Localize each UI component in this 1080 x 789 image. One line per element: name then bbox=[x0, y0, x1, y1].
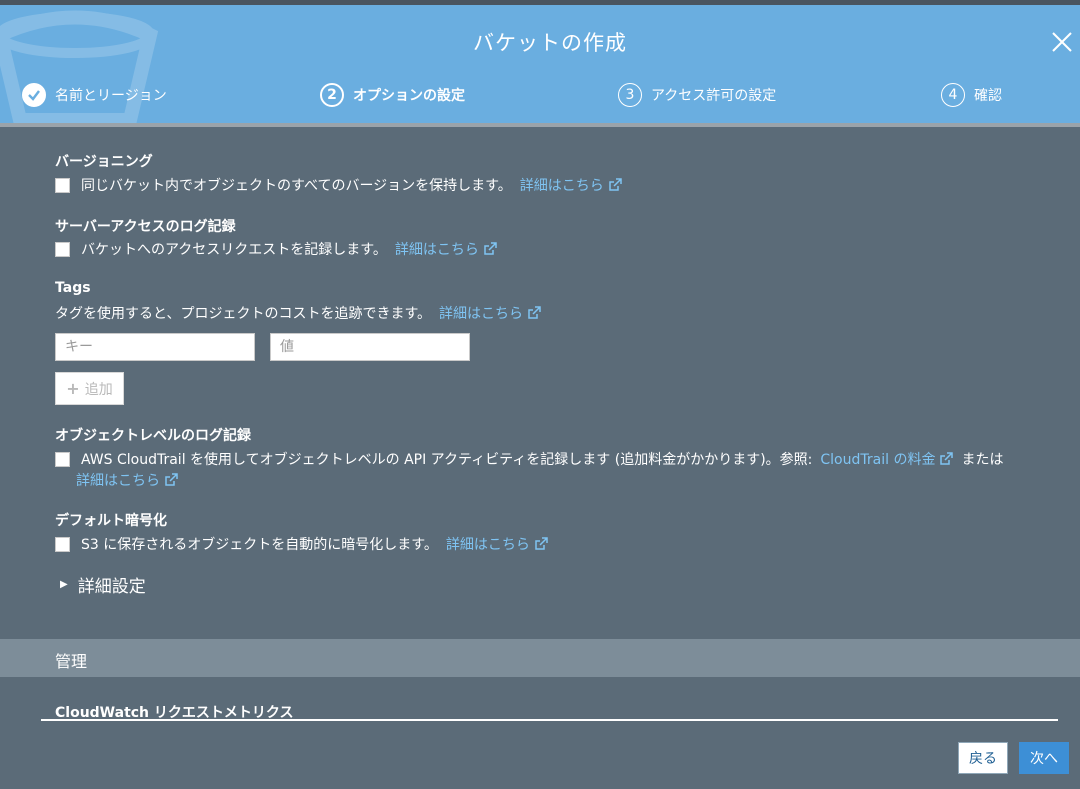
step-number: 3 bbox=[618, 83, 642, 107]
cloudtrail-pricing-link[interactable]: CloudTrail の料金 bbox=[820, 449, 954, 469]
tags-row: タグを使用すると、プロジェクトのコストを追跡できます。 詳細はこちら bbox=[55, 303, 541, 323]
step-options[interactable]: 2 オプションの設定 bbox=[320, 83, 465, 107]
encryption-learn-more-link[interactable]: 詳細はこちら bbox=[446, 534, 548, 554]
add-tag-button[interactable]: + 追加 bbox=[55, 372, 124, 405]
versioning-learn-more-link[interactable]: 詳細はこちら bbox=[520, 175, 622, 195]
encryption-checkbox[interactable] bbox=[55, 536, 70, 552]
step-label: オプションの設定 bbox=[353, 88, 465, 104]
access-log-title: サーバーアクセスのログ記録 bbox=[55, 219, 236, 235]
step-label: 名前とリージョン bbox=[55, 88, 167, 104]
checkmark-icon bbox=[22, 83, 46, 107]
back-button[interactable]: 戻る bbox=[958, 742, 1008, 774]
external-link-icon bbox=[940, 452, 954, 465]
link-text: 詳細はこちら bbox=[394, 242, 479, 258]
section-divider bbox=[41, 719, 1058, 721]
tags-learn-more-link[interactable]: 詳細はこちら bbox=[439, 303, 541, 323]
object-log-or-text: または bbox=[961, 452, 1004, 468]
versioning-title: バージョニング bbox=[55, 154, 153, 170]
wizard-steps: 名前とリージョン 2 オプションの設定 3 アクセス許可の設定 4 確認 bbox=[0, 81, 1080, 115]
management-title: 管理 bbox=[55, 652, 88, 671]
dialog-title: バケットの作成 bbox=[473, 31, 627, 55]
object-log-learn-more-link[interactable]: 詳細はこちら bbox=[76, 470, 178, 490]
header-divider bbox=[0, 123, 1080, 127]
tags-text: タグを使用すると、プロジェクトのコストを追跡できます。 bbox=[55, 306, 432, 322]
external-link-icon bbox=[535, 537, 548, 550]
external-link-icon bbox=[609, 178, 622, 191]
step-review[interactable]: 4 確認 bbox=[941, 83, 1002, 107]
external-link-icon bbox=[165, 473, 178, 486]
versioning-checkbox[interactable] bbox=[55, 177, 70, 193]
plus-icon: + bbox=[66, 379, 80, 398]
access-log-text: バケットへのアクセスリクエストを記録します。 bbox=[81, 242, 387, 258]
versioning-row: 同じバケット内でオブジェクトのすべてのバージョンを保持します。 詳細はこちら bbox=[55, 175, 622, 195]
link-text: 詳細はこちら bbox=[76, 473, 160, 489]
external-link-icon bbox=[528, 306, 541, 319]
step-label: 確認 bbox=[974, 88, 1002, 104]
encryption-text: S3 に保存されるオブジェクトを自動的に暗号化します。 bbox=[81, 537, 438, 553]
caret-right-icon: ▶ bbox=[60, 579, 68, 590]
step-number: 2 bbox=[320, 83, 344, 107]
close-icon[interactable] bbox=[1050, 30, 1080, 60]
link-text: CloudTrail の料金 bbox=[820, 452, 936, 468]
step-label: アクセス許可の設定 bbox=[651, 88, 777, 104]
next-button[interactable]: 次へ bbox=[1019, 742, 1069, 774]
tags-title: Tags bbox=[55, 280, 91, 296]
step-permissions[interactable]: 3 アクセス許可の設定 bbox=[618, 83, 776, 107]
dialog-header: バケットの作成 名前とリージョン 2 オプションの設定 3 アクセス許可の設定 … bbox=[0, 5, 1080, 123]
advanced-settings-toggle[interactable]: ▶ 詳細設定 bbox=[60, 572, 146, 597]
access-log-checkbox[interactable] bbox=[55, 241, 70, 257]
step-number: 4 bbox=[941, 83, 965, 107]
link-text: 詳細はこちら bbox=[519, 178, 604, 194]
object-log-checkbox[interactable] bbox=[55, 451, 70, 467]
versioning-text: 同じバケット内でオブジェクトのすべてのバージョンを保持します。 bbox=[81, 178, 512, 194]
encryption-row: S3 に保存されるオブジェクトを自動的に暗号化します。 詳細はこちら bbox=[55, 534, 548, 554]
tag-value-input[interactable] bbox=[270, 333, 470, 361]
object-log-title: オブジェクトレベルのログ記録 bbox=[55, 428, 251, 444]
external-link-icon bbox=[484, 242, 497, 255]
link-text: 詳細はこちら bbox=[445, 537, 530, 553]
step-name-region[interactable]: 名前とリージョン bbox=[22, 83, 167, 107]
access-log-row: バケットへのアクセスリクエストを記録します。 詳細はこちら bbox=[55, 239, 497, 259]
tag-key-input[interactable] bbox=[55, 333, 255, 361]
management-section-header: 管理 bbox=[0, 639, 1080, 677]
add-tag-label: 追加 bbox=[84, 381, 113, 398]
link-text: 詳細はこちら bbox=[439, 306, 524, 322]
object-log-text: AWS CloudTrail を使用してオブジェクトレベルの API アクティビ… bbox=[81, 452, 813, 468]
advanced-settings-label: 詳細設定 bbox=[77, 577, 146, 597]
access-log-learn-more-link[interactable]: 詳細はこちら bbox=[395, 239, 497, 259]
object-log-row: AWS CloudTrail を使用してオブジェクトレベルの API アクティビ… bbox=[55, 449, 1003, 469]
object-log-link-row: 詳細はこちら bbox=[68, 470, 178, 490]
encryption-title: デフォルト暗号化 bbox=[55, 513, 167, 529]
